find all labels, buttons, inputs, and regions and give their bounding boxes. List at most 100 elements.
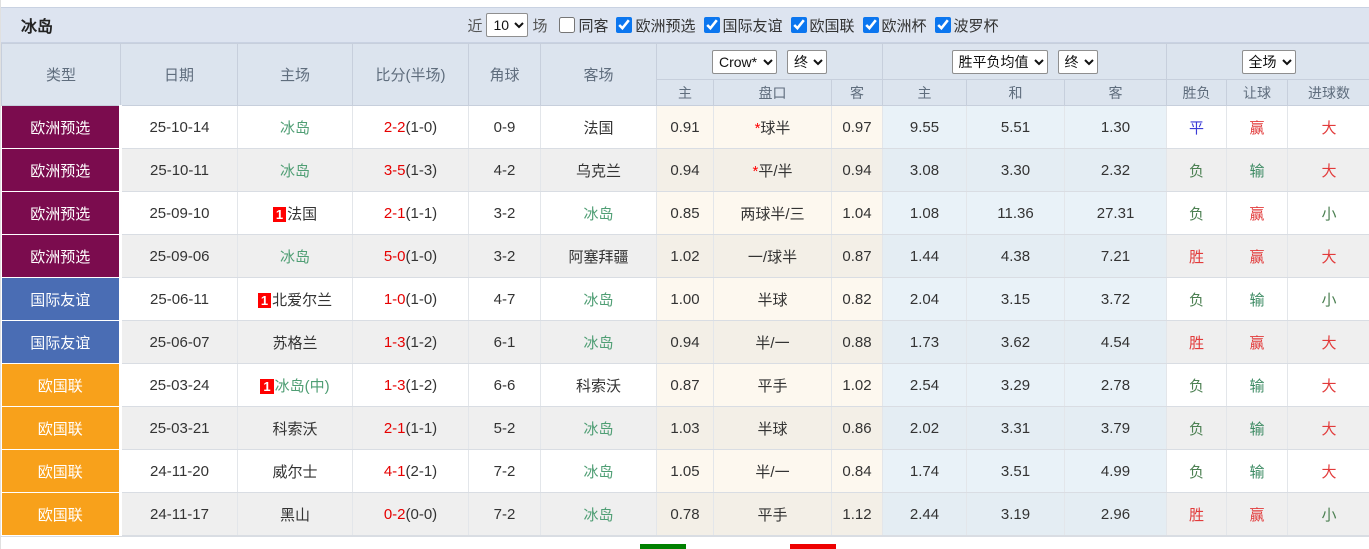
avg-odds-lose: 27.31 xyxy=(1064,191,1168,235)
table-row: 欧国联 24-11-20 1威尔士 4-1(2-1) 7-2 冰岛 1.05 *… xyxy=(1,449,1369,493)
competition-filter[interactable]: 国际友谊 xyxy=(696,15,783,36)
match-type-badge: 欧国联 xyxy=(1,406,122,450)
full-time-score: 5-0 xyxy=(383,247,406,265)
match-type-badge: 欧洲预选 xyxy=(1,191,122,235)
handicap-odds-home: 0.91 xyxy=(656,105,714,149)
score-cell: 1-0(1-0) xyxy=(352,277,469,321)
neutral-flag-badge: 1 xyxy=(272,206,287,222)
competition-checkbox[interactable] xyxy=(934,17,951,33)
away-team-name: 乌克兰 xyxy=(575,162,621,180)
avg-time-select[interactable]: 终 xyxy=(1057,49,1098,74)
result-handicap: 赢 xyxy=(1226,105,1289,149)
result-goals: 大 xyxy=(1287,406,1369,450)
competition-label: 欧洲预选 xyxy=(635,17,696,35)
avg-header-group: 胜平负均值 终 xyxy=(882,43,1168,80)
home-team-name: 黑山 xyxy=(279,506,310,524)
col-home: 主场 xyxy=(237,43,353,106)
handicap-line: 两球半/三 xyxy=(740,205,805,223)
home-team-cell: 1冰岛 xyxy=(237,148,353,192)
half-time-score: (2-1) xyxy=(405,462,438,480)
avg-odds-draw: 3.19 xyxy=(966,492,1066,536)
full-time-score: 1-3 xyxy=(383,376,406,394)
competition-checkbox[interactable] xyxy=(616,17,633,33)
same-away-filter[interactable]: 同客 xyxy=(551,15,608,36)
avg-odds-lose: 1.30 xyxy=(1064,105,1168,149)
corner-score: 6-6 xyxy=(468,363,541,407)
competition-filter[interactable]: 波罗杯 xyxy=(927,15,999,36)
bookmaker-select[interactable]: Crow* xyxy=(712,49,777,74)
home-team-cell: 1 北爱尔兰 xyxy=(237,277,353,321)
match-type-badge: 欧洲预选 xyxy=(1,234,122,278)
col-handicap: 盘口 xyxy=(713,79,832,106)
corner-score: 4-7 xyxy=(468,277,541,321)
avg-odds-lose: 3.79 xyxy=(1064,406,1168,450)
recent-count-select[interactable]: 10 xyxy=(486,13,529,37)
matches-label: 场 xyxy=(532,17,548,35)
result-handicap: 赢 xyxy=(1226,234,1289,278)
full-time-score: 2-1 xyxy=(383,204,406,222)
avg-type-select[interactable]: 胜平负均值 xyxy=(951,49,1048,74)
handicap-line-cell: *半/一 xyxy=(713,449,832,493)
competition-filter[interactable]: 欧国联 xyxy=(783,15,855,36)
period-select[interactable]: 全场 xyxy=(1241,49,1296,74)
full-time-score: 1-3 xyxy=(383,333,406,351)
summary-text: 大: xyxy=(760,544,785,549)
result-wdl: 胜 xyxy=(1166,492,1228,536)
away-team-name: 冰岛 xyxy=(583,291,614,309)
competition-filter[interactable]: 欧洲预选 xyxy=(608,15,696,36)
handicap-line: 半/一 xyxy=(755,334,790,352)
home-team-name: 冰岛 xyxy=(279,248,310,266)
competition-label: 国际友谊 xyxy=(722,17,783,35)
handicap-odds-home: 1.02 xyxy=(656,234,714,278)
full-time-score: 2-1 xyxy=(383,419,406,437)
competition-label: 欧洲杯 xyxy=(881,17,927,35)
handicap-odds-home: 0.94 xyxy=(656,320,714,364)
away-team-name: 法国 xyxy=(583,119,614,137)
result-handicap: 赢 xyxy=(1226,492,1289,536)
handicap-odds-home: 1.03 xyxy=(656,406,714,450)
match-type-badge: 欧洲预选 xyxy=(1,105,122,149)
handicap-line-cell: *平手 xyxy=(713,363,832,407)
table-row: 欧洲预选 25-10-11 1冰岛 3-5(1-3) 4-2 乌克兰 0.94 … xyxy=(1,148,1369,192)
odds-time-select[interactable]: 终 xyxy=(787,49,827,74)
competition-checkbox[interactable] xyxy=(790,17,807,33)
match-table: 类型 日期 主场 比分(半场) 角球 客场 Crow* 终 胜平负均值 终 全场… xyxy=(1,43,1369,536)
result-handicap: 输 xyxy=(1226,277,1289,321)
home-team-name: 科索沃 xyxy=(272,420,318,438)
col-avg-home: 主 xyxy=(882,79,968,106)
handicap-line-cell: *平/半 xyxy=(713,148,832,192)
match-date: 24-11-17 xyxy=(120,492,238,536)
result-goals: 大 xyxy=(1287,234,1369,278)
table-header: 类型 日期 主场 比分(半场) 角球 客场 Crow* 终 胜平负均值 终 全场… xyxy=(1,43,1369,106)
avg-odds-lose: 2.32 xyxy=(1064,148,1168,192)
result-handicap: 输 xyxy=(1226,406,1289,450)
result-handicap: 输 xyxy=(1226,363,1289,407)
result-handicap: 输 xyxy=(1226,148,1289,192)
col-handicap-result: 让球 xyxy=(1226,79,1289,106)
away-team-name: 科索沃 xyxy=(575,377,621,395)
away-team-cell: 冰岛 xyxy=(540,449,657,493)
avg-odds-win: 1.74 xyxy=(882,449,968,493)
handicap-line-cell: *半/一 xyxy=(713,320,832,364)
col-wdl: 胜负 xyxy=(1166,79,1228,106)
handicap-odds-home: 1.05 xyxy=(656,449,714,493)
full-time-score: 2-2 xyxy=(383,118,406,136)
competition-checkbox[interactable] xyxy=(703,17,720,33)
result-goals: 大 xyxy=(1287,449,1369,493)
away-team-cell: 冰岛 xyxy=(540,320,657,364)
result-handicap: 赢 xyxy=(1226,191,1289,235)
same-away-label: 同客 xyxy=(578,17,609,35)
rate-badge: 70% xyxy=(789,544,836,549)
result-goals: 大 xyxy=(1287,148,1369,192)
away-team-cell: 阿塞拜疆 xyxy=(540,234,657,278)
score-cell: 0-2(0-0) xyxy=(352,492,469,536)
competition-filter[interactable]: 欧洲杯 xyxy=(855,15,927,36)
half-time-score: (0-0) xyxy=(405,505,438,523)
home-team-name: 威尔士 xyxy=(272,463,318,481)
col-avg-draw: 和 xyxy=(966,79,1066,106)
competition-checkbox[interactable] xyxy=(862,17,879,33)
match-date: 25-09-10 xyxy=(120,191,238,235)
same-away-checkbox[interactable] xyxy=(559,17,576,33)
home-team-name: 冰岛 xyxy=(279,162,310,180)
corner-score: 0-9 xyxy=(468,105,541,149)
